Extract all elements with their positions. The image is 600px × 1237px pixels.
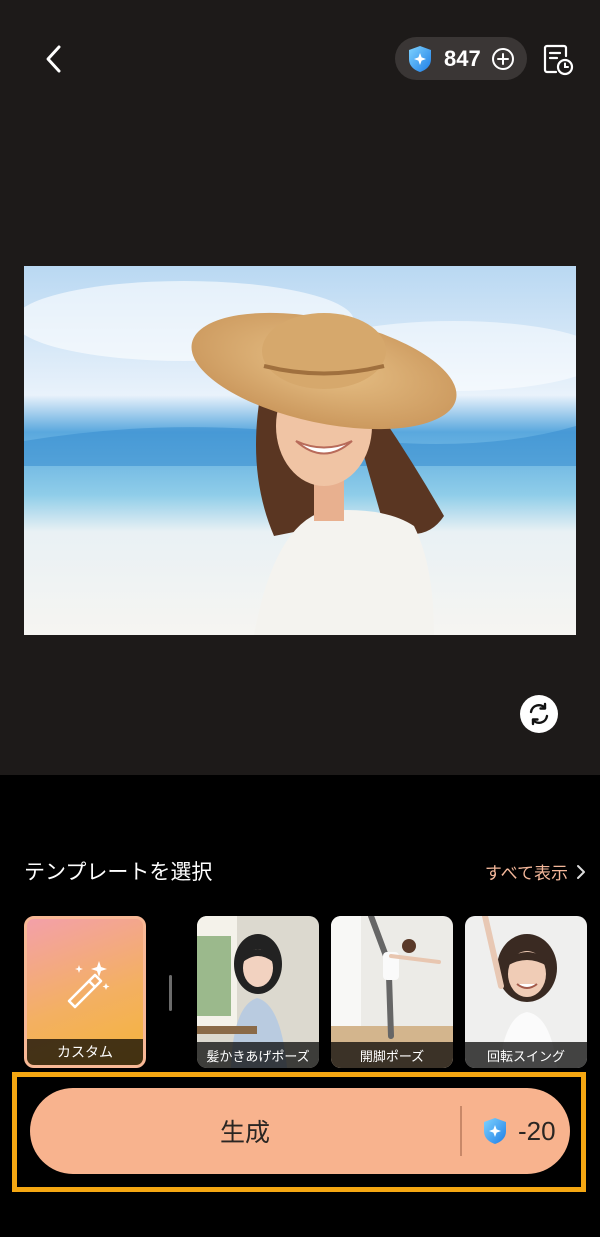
template-card-custom[interactable]: カスタム bbox=[24, 916, 146, 1068]
magic-wand-icon bbox=[67, 961, 110, 1009]
credits-pill[interactable]: 847 bbox=[395, 37, 527, 80]
shield-sparkle-icon bbox=[409, 45, 431, 72]
generate-separator bbox=[460, 1106, 462, 1156]
template-label: カスタム bbox=[27, 1039, 143, 1065]
history-button[interactable] bbox=[539, 40, 577, 78]
template-divider bbox=[169, 975, 172, 1011]
template-label: 髪かきあげポーズ bbox=[197, 1042, 319, 1068]
generate-cost-value: -20 bbox=[518, 1115, 556, 1146]
see-all-link[interactable]: すべて表示 bbox=[485, 859, 586, 884]
generate-cost: -20 bbox=[482, 1116, 556, 1147]
refresh-icon bbox=[529, 702, 549, 726]
template-card-hair-pose[interactable]: 髪かきあげポーズ bbox=[197, 916, 319, 1068]
generated-photo bbox=[24, 266, 576, 635]
see-all-label: すべて表示 bbox=[484, 864, 568, 884]
template-section-title: テンプレートを選択 bbox=[24, 860, 213, 884]
generate-button[interactable]: 生成 -20 bbox=[30, 1088, 570, 1174]
back-button[interactable] bbox=[36, 40, 72, 78]
template-card-spin-swing[interactable]: 回転スイング bbox=[465, 916, 587, 1068]
preview-area: 847 bbox=[0, 0, 600, 775]
template-card-split-pose[interactable]: 開脚ポーズ bbox=[331, 916, 453, 1068]
chevron-left-icon bbox=[46, 45, 61, 73]
chevron-right-icon bbox=[577, 864, 585, 879]
shield-sparkle-icon bbox=[484, 1118, 506, 1144]
plus-circle-icon[interactable] bbox=[491, 47, 515, 71]
refresh-button[interactable] bbox=[520, 695, 558, 733]
generate-label: 生成 bbox=[219, 1118, 270, 1147]
template-label: 回転スイング bbox=[465, 1042, 587, 1068]
document-clock-icon bbox=[543, 44, 574, 76]
template-label: 開脚ポーズ bbox=[331, 1042, 453, 1068]
credits-count: 847 bbox=[444, 45, 481, 71]
